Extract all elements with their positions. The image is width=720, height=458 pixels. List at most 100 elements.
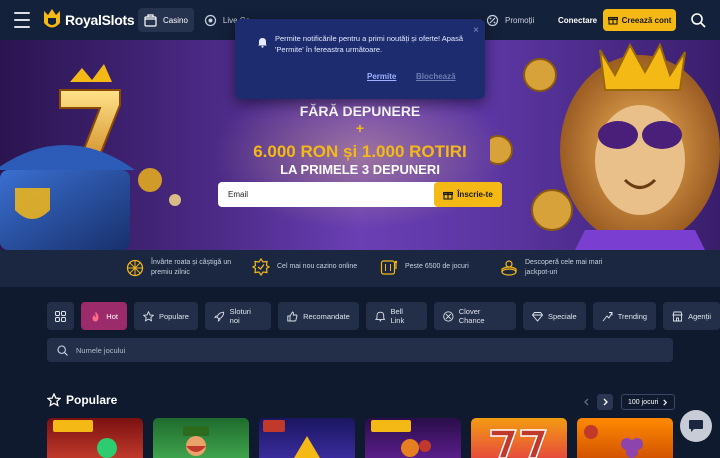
chevron-left-icon (583, 398, 588, 406)
email-field[interactable] (228, 182, 428, 207)
bell-icon (374, 311, 386, 321)
category-popular[interactable]: Populare (133, 302, 198, 330)
all-games-link[interactable]: 100 jocuri (621, 394, 676, 410)
bell-icon (258, 38, 267, 48)
brand-logo[interactable]: RoyalSlots (42, 8, 135, 32)
gift-icon (443, 191, 454, 200)
game-thumbnail (490, 429, 548, 458)
category-recommended[interactable]: Recomandate (278, 302, 359, 330)
category-label: Trending (617, 311, 648, 321)
grid-icon (55, 310, 67, 322)
category-label: Hot (106, 311, 118, 321)
game-tile[interactable] (259, 418, 355, 458)
section-title: Populare (66, 393, 118, 407)
category-hot[interactable]: Hot (81, 302, 127, 330)
store-icon (672, 311, 683, 321)
section-header: Populare (47, 393, 117, 407)
feature-text: Cel mai nou cazino online (277, 263, 358, 270)
email-signup-form: Înscrie-te (218, 182, 502, 207)
star-icon (47, 393, 61, 407)
game-search-input[interactable] (76, 345, 476, 355)
category-new-slots[interactable]: Sloturi noi (204, 302, 272, 330)
nav-item-casino[interactable]: Casino (138, 8, 194, 32)
trending-icon (602, 311, 613, 321)
hero-line-1: FĂRĂ DEPUNERE (299, 103, 421, 119)
menu-icon[interactable] (14, 12, 30, 28)
signup-button[interactable]: Înscrie-te (434, 182, 502, 207)
category-grid-button[interactable] (47, 302, 75, 330)
feature-text: Peste 6500 de jocuri (405, 263, 469, 270)
diamond-icon (531, 311, 543, 322)
category-label: Bell Link (390, 307, 405, 325)
badge-icon (252, 258, 270, 276)
game-thumbnail (371, 420, 431, 457)
chevron-right-icon (663, 399, 668, 405)
casino-icon (144, 13, 157, 27)
signup-button-label: Înscrie-te (457, 190, 493, 199)
rocket-icon (213, 311, 225, 322)
feature-item: Cel mai nou cazino online (252, 258, 362, 276)
game-tile[interactable] (577, 418, 673, 458)
hero-line-2: + (355, 120, 365, 136)
feature-text: Învârte roata și câștigă un premiu zilni… (151, 259, 232, 276)
game-thumbnail (263, 420, 320, 458)
game-tile[interactable] (47, 418, 143, 458)
category-trending[interactable]: Trending (592, 302, 657, 330)
notification-text: Permite notificările pentru a primi nout… (275, 34, 464, 54)
game-tiles-row (47, 418, 673, 458)
carousel-prev-button[interactable] (578, 394, 594, 410)
chevron-right-icon (603, 398, 608, 406)
search-icon[interactable] (690, 12, 706, 28)
category-label: Speciale (547, 311, 577, 321)
game-thumbnail (53, 420, 117, 458)
block-button[interactable]: Blochează (416, 72, 456, 81)
category-label: Sloturi noi (229, 307, 251, 325)
nav-item-promotions[interactable]: Promoții (480, 8, 540, 32)
register-button-label: Creează cont (621, 15, 672, 25)
game-tile[interactable] (365, 418, 461, 458)
search-icon (57, 344, 68, 356)
nav-item-label: Promoții (505, 15, 535, 25)
category-label: Clover Chance (458, 307, 485, 325)
hero-line-4: LA PRIMELE 3 DEPUNERI (280, 162, 440, 177)
clover-icon (443, 310, 454, 322)
category-clover-chance[interactable]: Clover Chance (434, 302, 516, 330)
category-bell-link[interactable]: Bell Link (365, 302, 428, 330)
feature-item: Peste 6500 de jocuri (380, 258, 490, 276)
category-label: Populare (158, 311, 189, 321)
crown-shield-icon (44, 9, 60, 28)
gift-icon (607, 16, 618, 25)
category-specials[interactable]: Speciale (522, 302, 586, 330)
game-search-bar (47, 338, 673, 362)
brand-name: RoyalSlots (65, 12, 135, 28)
thumbs-up-icon (287, 310, 298, 321)
slot-machine-icon (380, 260, 398, 275)
nav-item-label: Casino (163, 15, 188, 25)
game-tile[interactable] (153, 418, 249, 458)
features-strip: Învârte roata și câștigă un premiu zilni… (0, 250, 720, 287)
register-button[interactable]: Creează cont (603, 9, 676, 31)
live-casino-icon (204, 14, 217, 26)
feature-item: Descoperă cele mai mari jackpot-uri (500, 258, 610, 278)
game-thumbnail (183, 426, 209, 456)
feature-item: Învârte roata și câștigă un premiu zilni… (126, 258, 236, 278)
chat-button[interactable] (680, 410, 712, 442)
game-thumbnail (584, 425, 643, 458)
login-button[interactable]: Conectare (552, 10, 603, 30)
allow-button[interactable]: Permite (367, 72, 396, 81)
category-label: Agenții (688, 311, 711, 321)
promotions-icon (486, 14, 499, 26)
category-tabs: Hot Populare Sloturi noi Recomandate Bel… (47, 302, 720, 330)
chat-icon (689, 420, 703, 432)
all-games-label: 100 jocuri (628, 398, 659, 406)
fire-icon (92, 311, 99, 321)
feature-text: Descoperă cele mai mari jackpot-uri (525, 259, 603, 276)
star-icon (142, 310, 154, 322)
close-icon[interactable]: × (473, 25, 479, 36)
category-agencies[interactable]: Agenții (663, 302, 720, 330)
hero-line-3: 6.000 RON și 1.000 ROTIRI (253, 142, 467, 161)
notification-prompt: Permite notificările pentru a primi nout… (235, 19, 485, 99)
wheel-icon (126, 259, 144, 277)
carousel-next-button[interactable] (597, 394, 613, 410)
game-tile[interactable] (471, 418, 567, 458)
